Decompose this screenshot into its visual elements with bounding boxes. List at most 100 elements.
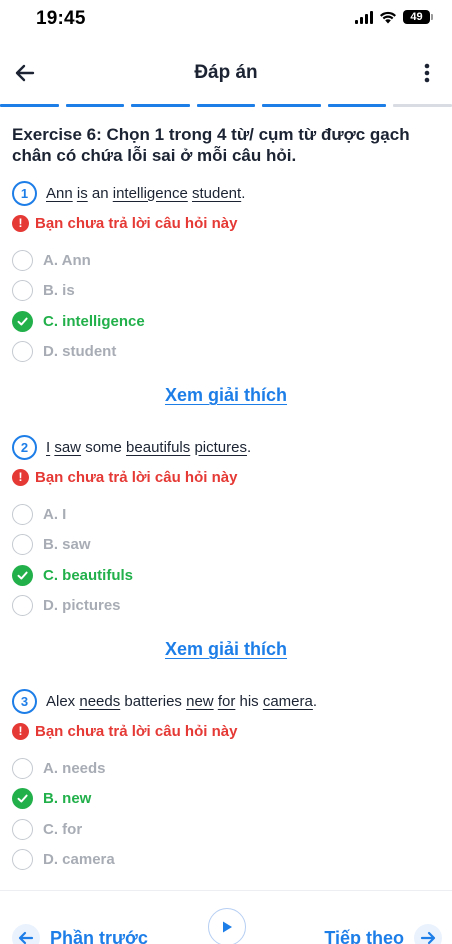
question-block: 3 Alex needs batteries new for his camera… xyxy=(12,688,440,875)
option-label: B. saw xyxy=(43,536,91,554)
option-label: D. pictures xyxy=(43,597,121,615)
option-label: C. beautifuls xyxy=(43,566,134,584)
progress-bar xyxy=(0,104,452,107)
underlined-word: pictures xyxy=(194,438,247,456)
question-text-part: . xyxy=(312,692,318,710)
option-label: A. I xyxy=(43,505,67,523)
progress-segment xyxy=(262,104,321,107)
question-number: 2 xyxy=(12,434,37,460)
more-vertical-icon[interactable] xyxy=(416,61,438,85)
progress-segment xyxy=(131,104,190,107)
underlined-word: needs xyxy=(79,692,121,710)
question-text-part: an xyxy=(87,184,113,202)
underlined-word: saw xyxy=(54,438,82,456)
answer-option[interactable]: A. needs xyxy=(12,753,440,784)
option-label: A. needs xyxy=(43,759,106,777)
option-label: D. student xyxy=(43,343,117,361)
warning-text: Bạn chưa trả lời câu hỏi này xyxy=(35,214,238,232)
progress-segment xyxy=(327,104,387,107)
status-bar: 19:45 49 xyxy=(0,0,452,36)
question-block: 1 Ann is an intelligence student.! Bạn chư… xyxy=(12,180,440,406)
arrow-right-icon xyxy=(414,924,442,944)
next-label: Tiếp theo xyxy=(324,927,404,944)
alert-icon: ! xyxy=(12,214,29,232)
answer-option[interactable]: C. for xyxy=(12,814,440,845)
question-header: 3 Alex needs batteries new for his camera… xyxy=(12,688,440,714)
answer-option[interactable]: C. beautifuls xyxy=(12,560,440,591)
question-number: 1 xyxy=(12,180,37,206)
underlined-word: for xyxy=(217,692,236,710)
underlined-word: is xyxy=(76,184,88,202)
view-explanation-link[interactable]: Xem giải thích xyxy=(12,385,440,406)
options-list: A. needs B. new C. for D. camera xyxy=(12,753,440,875)
option-label: A. Ann xyxy=(43,251,91,269)
status-time: 19:45 xyxy=(36,8,86,29)
check-circle-icon xyxy=(12,788,33,810)
underlined-word: new xyxy=(186,692,214,710)
play-icon xyxy=(223,921,232,933)
progress-segment xyxy=(393,104,452,107)
answer-option[interactable]: D. student xyxy=(12,337,440,368)
play-audio-button[interactable] xyxy=(208,908,246,944)
warning-text: Bạn chưa trả lời câu hỏi này xyxy=(35,722,238,740)
radio-icon xyxy=(12,280,33,302)
progress-segment xyxy=(196,104,256,107)
question-text-part: his xyxy=(235,692,263,710)
option-label: C. intelligence xyxy=(43,312,145,330)
answer-option[interactable]: A. Ann xyxy=(12,245,440,276)
answer-option[interactable]: A. I xyxy=(12,499,440,530)
question-text-part: . xyxy=(241,184,246,202)
underlined-word: student xyxy=(191,184,242,202)
unanswered-warning: ! Bạn chưa trả lời câu hỏi này xyxy=(12,721,440,741)
answer-option[interactable]: C. intelligence xyxy=(12,306,440,337)
radio-icon xyxy=(12,757,33,779)
unanswered-warning: ! Bạn chưa trả lời câu hỏi này xyxy=(12,467,440,487)
next-section-button[interactable]: Tiếp theo xyxy=(324,924,442,944)
answer-option[interactable]: D. camera xyxy=(12,845,440,876)
check-circle-icon xyxy=(12,564,33,586)
underlined-word: beautifuls xyxy=(126,438,191,456)
view-explanation-link[interactable]: Xem giải thích xyxy=(12,639,440,660)
alert-icon: ! xyxy=(12,722,29,740)
options-list: A. I B. saw C. beautifuls D. pictures xyxy=(12,499,440,621)
answer-option[interactable]: B. saw xyxy=(12,530,440,561)
option-label: C. for xyxy=(43,820,83,838)
progress-segment xyxy=(0,104,59,107)
wifi-icon xyxy=(380,11,396,23)
radio-icon xyxy=(12,534,33,556)
progress-segment xyxy=(65,104,125,107)
radio-icon xyxy=(12,849,33,871)
answer-option[interactable]: D. pictures xyxy=(12,591,440,622)
question-text-part: . xyxy=(246,438,252,456)
warning-text: Bạn chưa trả lời câu hỏi này xyxy=(35,468,238,486)
question-text-part: batteries xyxy=(120,692,187,710)
option-label: B. new xyxy=(43,790,92,808)
question-block: 2 I saw some beautifuls pictures.! Bạn chư… xyxy=(12,434,440,660)
radio-icon xyxy=(12,595,33,617)
underlined-word: camera xyxy=(262,692,313,710)
question-number: 3 xyxy=(12,688,37,714)
answer-option[interactable]: B. new xyxy=(12,784,440,815)
previous-label: Phần trước xyxy=(50,927,148,944)
unanswered-warning: ! Bạn chưa trả lời câu hỏi này xyxy=(12,213,440,233)
battery-icon: 49 xyxy=(403,10,433,24)
underlined-word: intelligence xyxy=(112,184,188,202)
radio-icon xyxy=(12,249,33,271)
check-circle-icon xyxy=(12,310,33,332)
exercise-title: Exercise 6: Chọn 1 trong 4 từ/ cụm từ đư… xyxy=(12,125,410,165)
underlined-word: Ann xyxy=(46,184,73,202)
question-text: Alex needs batteries new for his camera. xyxy=(46,693,317,710)
footer-divider xyxy=(0,890,452,891)
radio-icon xyxy=(12,341,33,363)
answer-option[interactable]: B. is xyxy=(12,276,440,307)
arrow-left-icon xyxy=(12,924,40,944)
option-label: B. is xyxy=(43,282,75,300)
exercise-header: Exercise 6: Chọn 1 trong 4 từ/ cụm từ đư… xyxy=(12,124,440,166)
alert-icon: ! xyxy=(12,468,29,486)
battery-level: 49 xyxy=(410,11,423,23)
app-header: Đáp án xyxy=(0,50,452,96)
page-title: Đáp án xyxy=(194,62,258,83)
radio-icon xyxy=(12,818,33,840)
previous-section-button[interactable]: Phần trước xyxy=(12,924,148,944)
option-label: D. camera xyxy=(43,851,115,869)
